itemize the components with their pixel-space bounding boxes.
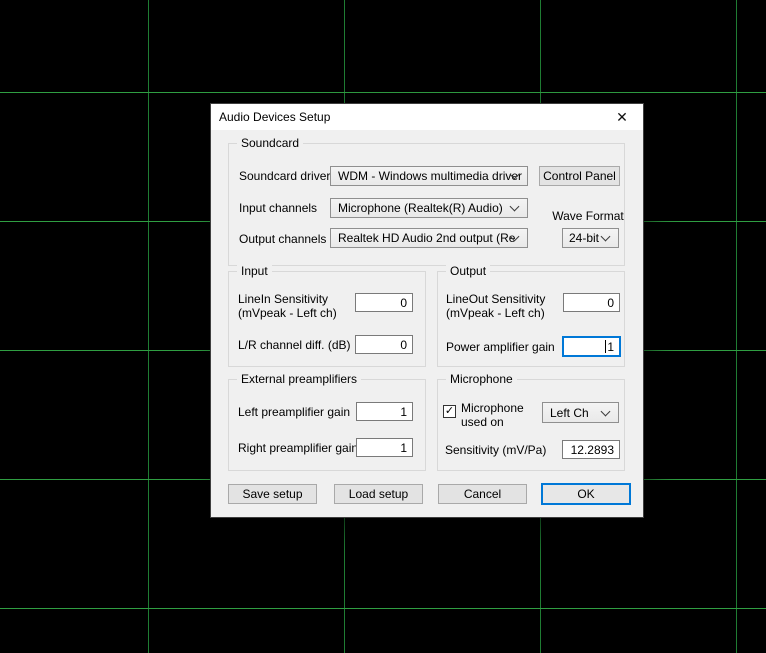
linein-sensitivity-input[interactable]: 0 (355, 293, 413, 312)
microphone-group-legend: Microphone (446, 372, 517, 386)
input-group-legend: Input (237, 264, 272, 278)
ok-button-label: OK (577, 487, 595, 501)
text-cursor (605, 340, 607, 353)
right-preamplifier-gain-input[interactable]: 1 (356, 438, 413, 457)
power-amplifier-gain-label: Power amplifier gain (446, 340, 555, 354)
lr-channel-diff-value: 0 (400, 337, 407, 352)
left-preamplifier-gain-input[interactable]: 1 (356, 402, 413, 421)
lr-channel-diff-input[interactable]: 0 (355, 335, 413, 354)
soundcard-driver-label: Soundcard driver (239, 169, 331, 183)
soundcard-group-legend: Soundcard (237, 136, 304, 150)
control-panel-button-label: Control Panel (543, 169, 616, 183)
wave-format-label: Wave Format (552, 209, 624, 223)
cancel-button-label: Cancel (463, 487, 502, 501)
soundcard-driver-select[interactable]: WDM - Windows multimedia driver (330, 166, 528, 186)
save-setup-button[interactable]: Save setup (228, 484, 317, 504)
load-setup-button-label: Load setup (348, 487, 409, 501)
dialog-title: Audio Devices Setup (219, 110, 331, 124)
load-setup-button[interactable]: Load setup (334, 484, 423, 504)
close-icon[interactable]: ✕ (601, 104, 643, 130)
lineout-sensitivity-value: 0 (607, 295, 614, 310)
sensitivity-value: 12.2893 (570, 442, 614, 457)
power-amplifier-gain-input[interactable]: 1 (562, 336, 621, 357)
soundcard-driver-value: WDM - Windows multimedia driver (338, 169, 523, 183)
microphone-used-checkbox[interactable]: ✓ (443, 405, 456, 418)
audio-devices-setup-dialog: Audio Devices Setup ✕ Soundcard Soundcar… (211, 104, 643, 517)
title-bar[interactable]: Audio Devices Setup ✕ (211, 104, 643, 130)
microphone-used-label-line1: Microphone (461, 401, 524, 415)
linein-sensitivity-label-line2: (mVpeak - Left ch) (238, 306, 337, 320)
lr-channel-diff-label: L/R channel diff. (dB) (238, 338, 351, 352)
left-preamplifier-gain-label: Left preamplifier gain (238, 405, 351, 419)
input-channels-select[interactable]: Microphone (Realtek(R) Audio) (330, 198, 528, 218)
right-preamplifier-gain-label: Right preamplifier gain (238, 441, 359, 455)
input-channels-value: Microphone (Realtek(R) Audio) (338, 201, 503, 215)
cancel-button[interactable]: Cancel (438, 484, 527, 504)
output-channels-value: Realtek HD Audio 2nd output (Re (338, 231, 516, 245)
input-channels-label: Input channels (239, 201, 318, 215)
wave-format-value: 24-bit (569, 231, 600, 245)
save-setup-button-label: Save setup (242, 487, 303, 501)
output-group-legend: Output (446, 264, 491, 278)
sensitivity-input[interactable]: 12.2893 (562, 440, 620, 459)
wave-format-select[interactable]: 24-bit (562, 228, 619, 248)
control-panel-button[interactable]: Control Panel (539, 166, 620, 186)
chevron-down-icon (509, 201, 520, 212)
external-preamplifiers-legend: External preamplifiers (237, 372, 362, 386)
linein-sensitivity-label-line1: LineIn Sensitivity (238, 292, 329, 306)
chevron-down-icon (600, 406, 611, 416)
left-preamplifier-gain-value: 1 (400, 404, 407, 419)
power-amplifier-gain-value: 1 (607, 339, 614, 354)
microphone-channel-select[interactable]: Left Ch (542, 402, 619, 423)
output-channels-label: Output channels (239, 232, 327, 246)
lineout-sensitivity-input[interactable]: 0 (563, 293, 620, 312)
ok-button[interactable]: OK (541, 483, 631, 505)
oscilloscope-grid-background: Audio Devices Setup ✕ Soundcard Soundcar… (0, 0, 766, 653)
sensitivity-label: Sensitivity (mV/Pa) (445, 443, 547, 457)
output-channels-select[interactable]: Realtek HD Audio 2nd output (Re (330, 228, 528, 248)
lineout-sensitivity-label-line2: (mVpeak - Left ch) (446, 306, 545, 320)
external-preamplifiers-group: External preamplifiers (228, 372, 426, 471)
right-preamplifier-gain-value: 1 (400, 440, 407, 455)
microphone-used-label-line2: used on (461, 415, 504, 429)
linein-sensitivity-value: 0 (400, 295, 407, 310)
chevron-down-icon (600, 231, 611, 242)
checkmark-icon: ✓ (444, 405, 455, 417)
microphone-channel-value: Left Ch (550, 405, 589, 420)
lineout-sensitivity-label-line1: LineOut Sensitivity (446, 292, 546, 306)
